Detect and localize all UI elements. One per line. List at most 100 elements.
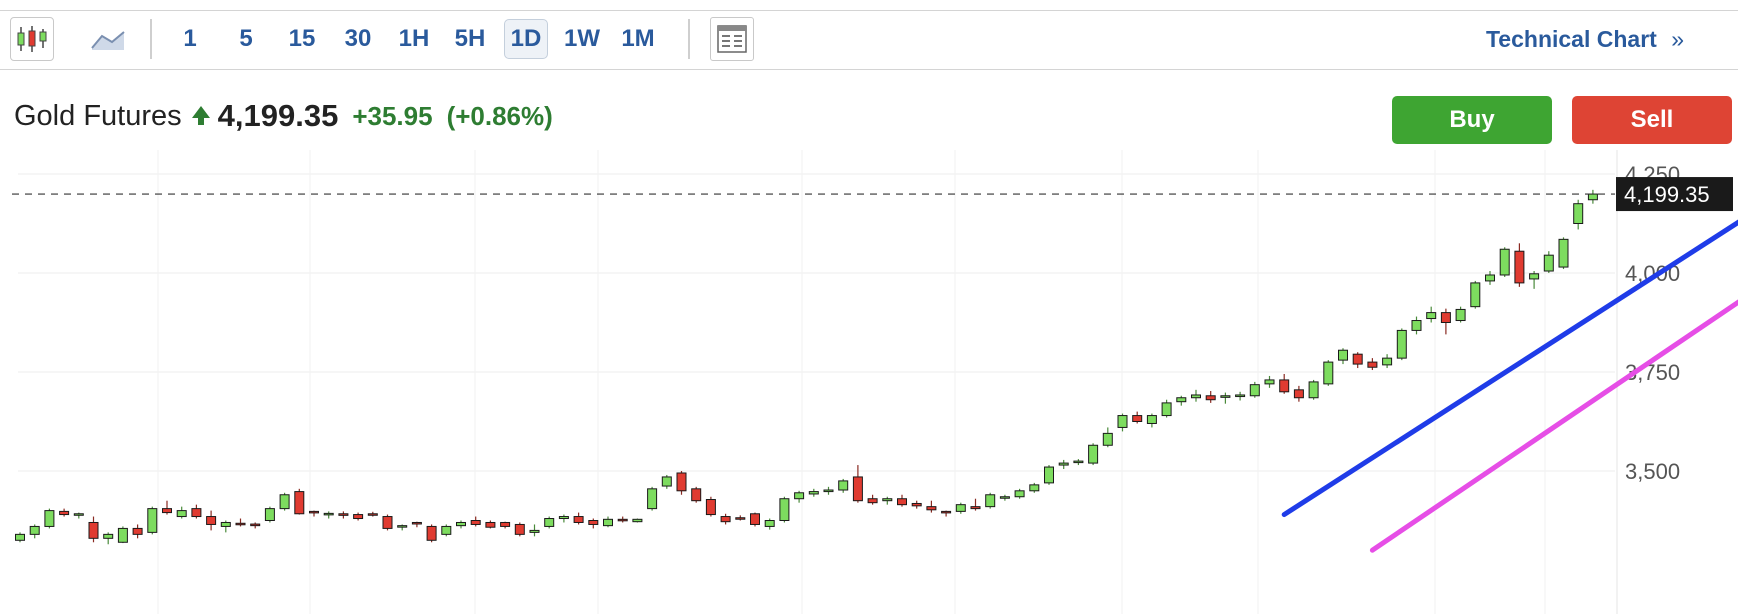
candle-body-up bbox=[838, 480, 849, 491]
candle bbox=[1161, 399, 1172, 418]
candle-body-down bbox=[1352, 353, 1363, 365]
candle bbox=[1426, 306, 1437, 323]
candle-body-up bbox=[632, 518, 643, 523]
timeframe-5[interactable]: 5 bbox=[228, 19, 264, 59]
candle bbox=[1529, 271, 1540, 289]
timeframe-1h[interactable]: 1H bbox=[393, 19, 435, 59]
candle bbox=[1264, 375, 1275, 388]
candle-body-up bbox=[1117, 415, 1128, 428]
candle bbox=[544, 516, 555, 529]
candle bbox=[162, 500, 172, 515]
candle-body-up bbox=[73, 513, 84, 516]
candle bbox=[1191, 389, 1201, 402]
candle-body-up bbox=[985, 494, 996, 508]
candle bbox=[558, 514, 569, 523]
candle bbox=[573, 512, 584, 525]
area-chart-icon[interactable] bbox=[86, 17, 130, 61]
candle bbox=[235, 518, 246, 527]
candle-body-up bbox=[1073, 460, 1084, 464]
candle bbox=[176, 506, 187, 519]
candle bbox=[264, 506, 275, 523]
candle-body-up bbox=[1323, 361, 1334, 385]
candle bbox=[970, 498, 981, 511]
candle-body-down bbox=[691, 488, 702, 502]
candle bbox=[88, 516, 99, 543]
candle bbox=[382, 514, 393, 531]
technical-chart-link[interactable]: Technical Chart » bbox=[1486, 19, 1684, 59]
candle-body-down bbox=[1205, 395, 1216, 401]
timeframe-30[interactable]: 30 bbox=[337, 19, 379, 59]
sell-button[interactable]: Sell bbox=[1572, 96, 1732, 144]
candle-body-down bbox=[191, 508, 202, 518]
candle bbox=[73, 512, 84, 519]
candle bbox=[1499, 247, 1510, 277]
candle bbox=[456, 520, 466, 529]
candle bbox=[1558, 237, 1569, 270]
candle-body-up bbox=[1382, 357, 1393, 366]
layout-icon[interactable] bbox=[710, 17, 754, 61]
buy-button[interactable]: Buy bbox=[1392, 96, 1552, 144]
candle-body-down bbox=[750, 513, 760, 525]
candle-body-up bbox=[29, 525, 40, 535]
candle-body-up bbox=[1220, 395, 1231, 398]
price-change: +35.95 bbox=[352, 100, 433, 131]
timeframe-1m[interactable]: 1M bbox=[614, 19, 662, 59]
candle-body-up bbox=[1264, 379, 1275, 385]
candle bbox=[897, 494, 907, 507]
timeframe-1d[interactable]: 1D bbox=[504, 19, 548, 59]
candle bbox=[485, 520, 496, 529]
candle bbox=[1205, 391, 1216, 403]
candle bbox=[294, 488, 305, 515]
candle bbox=[338, 511, 349, 519]
candle bbox=[1102, 427, 1113, 448]
candle-body-down bbox=[500, 521, 511, 527]
candle-body-up bbox=[1587, 193, 1598, 201]
candle-body-up bbox=[1191, 394, 1201, 399]
candle-body-up bbox=[1014, 490, 1025, 498]
candle bbox=[1587, 189, 1598, 204]
candle-body-down bbox=[88, 521, 99, 539]
price-chart[interactable]: 4,2504,0003,7503,500 4,199.35 bbox=[0, 150, 1738, 614]
candle-body-up bbox=[999, 496, 1010, 499]
candle bbox=[750, 512, 760, 527]
candle-body-up bbox=[397, 525, 408, 528]
candle bbox=[632, 518, 643, 523]
candle-body-down bbox=[617, 518, 628, 522]
candlestick-chart-icon[interactable] bbox=[10, 17, 54, 61]
candle bbox=[1249, 381, 1260, 398]
candle-body-down bbox=[411, 521, 422, 525]
candle bbox=[676, 471, 687, 495]
candle bbox=[941, 510, 952, 517]
candle-body-down bbox=[1440, 312, 1451, 324]
candle-body-up bbox=[264, 508, 275, 521]
candle-body-down bbox=[1132, 415, 1143, 422]
current-price-label: 4,199.35 bbox=[1624, 182, 1710, 207]
candle bbox=[603, 516, 613, 528]
candle bbox=[808, 488, 819, 497]
candle-body-up bbox=[323, 512, 334, 516]
candle bbox=[1146, 413, 1157, 428]
candle-body-down bbox=[382, 516, 393, 529]
candle-body-up bbox=[1029, 484, 1040, 492]
candle bbox=[1044, 465, 1054, 485]
candle-body-up bbox=[1396, 329, 1407, 359]
candle-body-up bbox=[1249, 384, 1260, 397]
timeframe-1w[interactable]: 1W bbox=[559, 19, 605, 59]
candle-body-down bbox=[309, 510, 319, 514]
candle-body-down bbox=[59, 510, 70, 516]
candle-body-up bbox=[176, 510, 187, 518]
candle-body-down bbox=[897, 498, 907, 506]
candle bbox=[1411, 316, 1422, 335]
candle bbox=[1293, 385, 1304, 402]
timeframe-15[interactable]: 15 bbox=[282, 19, 322, 59]
quote-header: Gold Futures 4,199.35 +35.95 (+0.86%) bbox=[14, 96, 553, 136]
candle-body-down bbox=[735, 517, 746, 520]
candle-body-up bbox=[1411, 320, 1422, 331]
candle bbox=[426, 524, 437, 543]
timeframe-1[interactable]: 1 bbox=[172, 19, 208, 59]
candle bbox=[353, 512, 364, 521]
candle bbox=[29, 524, 40, 539]
candle-body-down bbox=[1514, 250, 1525, 284]
timeframe-5h[interactable]: 5H bbox=[447, 19, 493, 59]
candle-body-up bbox=[1338, 349, 1348, 361]
